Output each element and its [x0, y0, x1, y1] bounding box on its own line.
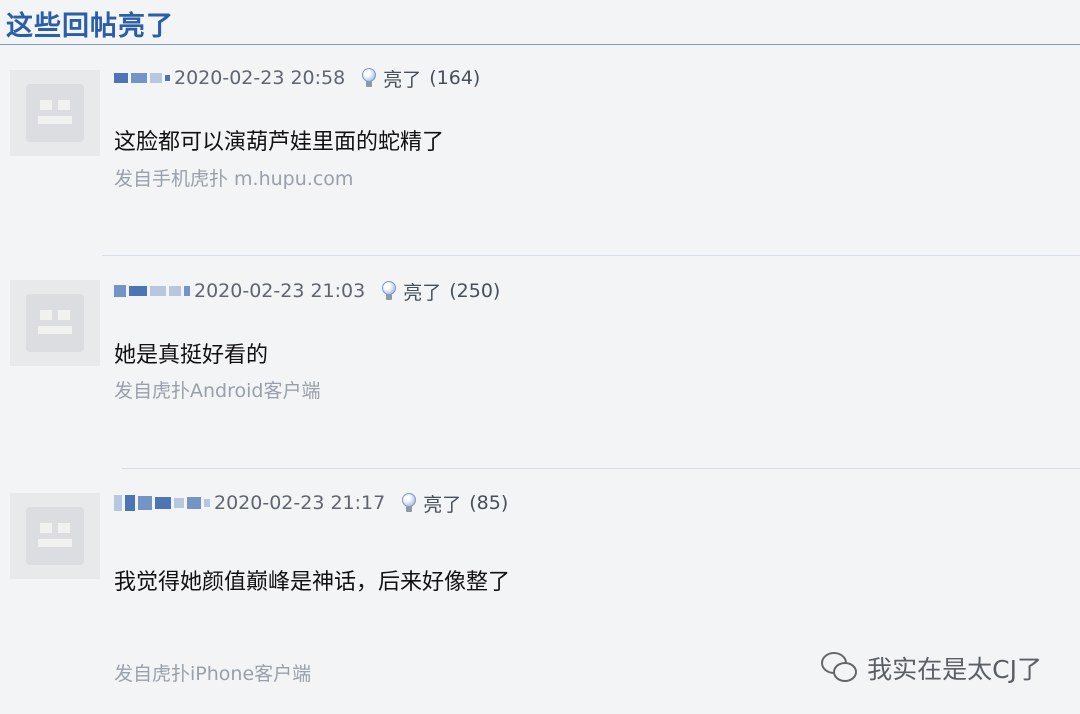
light-label[interactable]: 亮了	[423, 490, 461, 517]
username-pixel	[174, 498, 184, 508]
wechat-icon	[821, 652, 859, 684]
light-count: (85)	[469, 492, 509, 514]
post-meta: 2020-02-23 21:17 亮了 (85)	[114, 489, 508, 517]
username-blurred[interactable]	[114, 493, 210, 513]
post-content: 我觉得她颜值巅峰是神话，后来好像整了	[114, 570, 511, 595]
avatar-blur-mark	[40, 523, 52, 533]
username-pixel	[125, 495, 135, 511]
avatar-blur-mark	[58, 523, 70, 533]
post-source[interactable]: 发自虎扑iPhone客户端	[114, 659, 311, 686]
username-pixel	[204, 499, 210, 507]
watermark-text: 我实在是太CJ了	[867, 655, 1042, 684]
username-pixel	[187, 497, 201, 509]
post-date: 2020-02-23 21:17	[214, 492, 386, 514]
username-pixel	[155, 497, 171, 509]
avatar[interactable]	[10, 493, 100, 579]
post-item: 2020-02-23 21:17 亮了 (85) 我觉得她颜值巅峰是神话，后来好…	[0, 0, 1080, 714]
username-pixel	[114, 495, 122, 511]
username-pixel	[138, 496, 152, 510]
lightbulb-icon[interactable]	[399, 492, 419, 514]
wechat-watermark: 我实在是太CJ了	[821, 650, 1042, 686]
